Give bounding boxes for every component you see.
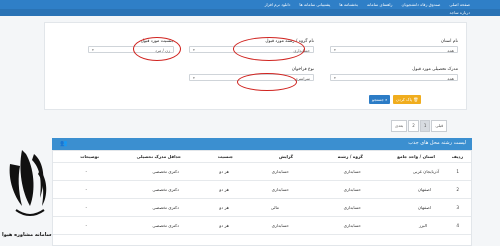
cell-degree: دکتری تخصصی bbox=[152, 205, 179, 210]
cell-row-no: 2 bbox=[456, 187, 459, 192]
cell-group: حسابداری bbox=[343, 223, 361, 228]
nav-download[interactable]: دانلود نرم افزار bbox=[265, 2, 291, 7]
users-icon: 👥 bbox=[60, 140, 68, 147]
cell-group: حسابداری bbox=[343, 205, 361, 210]
trash-icon: 🗑 bbox=[412, 97, 419, 102]
col-group: گروه / رشته bbox=[337, 154, 363, 159]
education-field: مدرک تحصیلی مورد قبول همه ▾ bbox=[330, 67, 458, 81]
nav-welfare-fund[interactable]: صندوق رفاه دانشجویان bbox=[401, 2, 440, 7]
cell-province: آذربایجان غربی bbox=[412, 169, 439, 174]
nav-guide[interactable]: راهنمای سامانه bbox=[367, 2, 392, 7]
cell-row-no: 1 bbox=[456, 169, 459, 174]
table-row: 2 اصفهان حسابداری حسابداری هر دو دکتری ت… bbox=[53, 181, 471, 199]
cell-notes: - bbox=[85, 223, 87, 228]
cell-degree: دکتری تخصصی bbox=[152, 223, 179, 228]
col-notes: توضیحات bbox=[80, 154, 99, 159]
table-row: 3 اصفهان حسابداری مالی هر دو دکتری تخصصی… bbox=[53, 199, 471, 217]
pager-page-1[interactable]: 1 bbox=[419, 120, 431, 132]
call-type-highlight-oval bbox=[237, 73, 297, 91]
gender-highlight-oval bbox=[133, 37, 181, 61]
cell-group: حسابداری bbox=[343, 187, 361, 192]
table-title: لیست رشته محل های جذب bbox=[408, 140, 466, 146]
table-header-row: ردیف استان / واحد جامع گروه / رشته گرایش… bbox=[53, 151, 471, 163]
cell-group: حسابداری bbox=[343, 169, 361, 174]
cell-orientation: حسابداری bbox=[271, 223, 289, 228]
col-orientation: گرایش bbox=[279, 154, 293, 159]
province-label: نام استان bbox=[440, 39, 458, 44]
table-row: 1 آذربایجان غربی حسابداری حسابداری هر دو… bbox=[53, 163, 471, 181]
cell-notes: - bbox=[85, 187, 87, 192]
education-label: مدرک تحصیلی مورد قبول bbox=[412, 67, 458, 72]
top-nav: صفحه اصلی صندوق رفاه دانشجویان راهنمای س… bbox=[0, 0, 500, 9]
cell-province: اصفهان bbox=[417, 205, 431, 210]
pagination: قبلی 1 2 بعدی bbox=[390, 120, 448, 132]
cell-degree: دکتری تخصصی bbox=[152, 169, 179, 174]
cell-province: البرز bbox=[418, 223, 427, 228]
col-row-no: ردیف bbox=[451, 154, 463, 159]
cell-degree: دکتری تخصصی bbox=[152, 187, 179, 192]
cell-row-no: 4 bbox=[456, 223, 459, 228]
cell-orientation: حسابداری bbox=[271, 187, 289, 192]
results-table: ردیف استان / واحد جامع گروه / رشته گرایش… bbox=[52, 150, 472, 246]
cell-notes: - bbox=[85, 169, 87, 174]
group-highlight-oval bbox=[233, 37, 305, 61]
reset-label: پاک کردن bbox=[396, 97, 413, 102]
education-select[interactable]: همه ▾ bbox=[330, 74, 458, 81]
hiva-logo-icon bbox=[9, 150, 47, 216]
chevron-down-icon: ▾ bbox=[334, 48, 336, 52]
cell-gender: هر دو bbox=[219, 205, 229, 210]
watermark-text: سامانه مشاوره هیوا bbox=[2, 232, 52, 238]
pager-prev[interactable]: قبلی bbox=[431, 120, 448, 132]
nav-support[interactable]: پشتیبانی سامانه ها bbox=[299, 2, 330, 7]
cell-province: اصفهان bbox=[417, 187, 431, 192]
nav-circulars[interactable]: بخشنامه ها bbox=[339, 2, 358, 7]
table-row: 4 البرز حسابداری حسابداری هر دو دکتری تخ… bbox=[53, 217, 471, 235]
chevron-down-icon: ▾ bbox=[334, 76, 336, 80]
cell-orientation: حسابداری bbox=[271, 169, 289, 174]
call-type-label: نوع فراخوان bbox=[291, 67, 314, 72]
col-province: استان / واحد جامع bbox=[397, 154, 435, 159]
pager-next[interactable]: بعدی bbox=[391, 120, 408, 132]
pager-page-2[interactable]: 2 bbox=[408, 120, 419, 132]
sub-nav: درباره ساجد bbox=[0, 9, 500, 16]
search-button[interactable]: ⌕ جستجو bbox=[369, 95, 391, 104]
col-degree: حداقل مدرک تحصیلی bbox=[136, 154, 181, 159]
province-value: همه bbox=[447, 48, 454, 53]
chevron-down-icon: ▾ bbox=[92, 48, 94, 52]
education-value: همه bbox=[447, 76, 454, 81]
cell-gender: هر دو bbox=[219, 187, 229, 192]
reset-button[interactable]: 🗑 پاک کردن bbox=[393, 95, 422, 104]
province-field: نام استان همه ▾ bbox=[330, 39, 458, 53]
nav-home[interactable]: صفحه اصلی bbox=[449, 2, 470, 7]
cell-orientation: مالی bbox=[270, 205, 279, 210]
chevron-down-icon: ▾ bbox=[193, 48, 195, 52]
search-label: جستجو bbox=[372, 97, 384, 102]
col-gender: جنسیت bbox=[217, 154, 233, 159]
cell-gender: هر دو bbox=[219, 169, 229, 174]
table-title-bar: لیست رشته محل های جذب 👥 bbox=[52, 138, 472, 150]
nav-about[interactable]: درباره ساجد bbox=[450, 10, 471, 15]
cell-gender: هر دو bbox=[219, 223, 229, 228]
province-select[interactable]: همه ▾ bbox=[330, 46, 458, 53]
cell-row-no: 3 bbox=[456, 205, 459, 210]
filter-panel: نام استان همه ▾ نام گروه / رشته مورد قبو… bbox=[44, 22, 467, 110]
chevron-down-icon: ▾ bbox=[193, 76, 195, 80]
call-type-value: سراسری bbox=[294, 76, 310, 81]
cell-notes: - bbox=[85, 205, 87, 210]
search-icon: ⌕ bbox=[383, 97, 388, 102]
